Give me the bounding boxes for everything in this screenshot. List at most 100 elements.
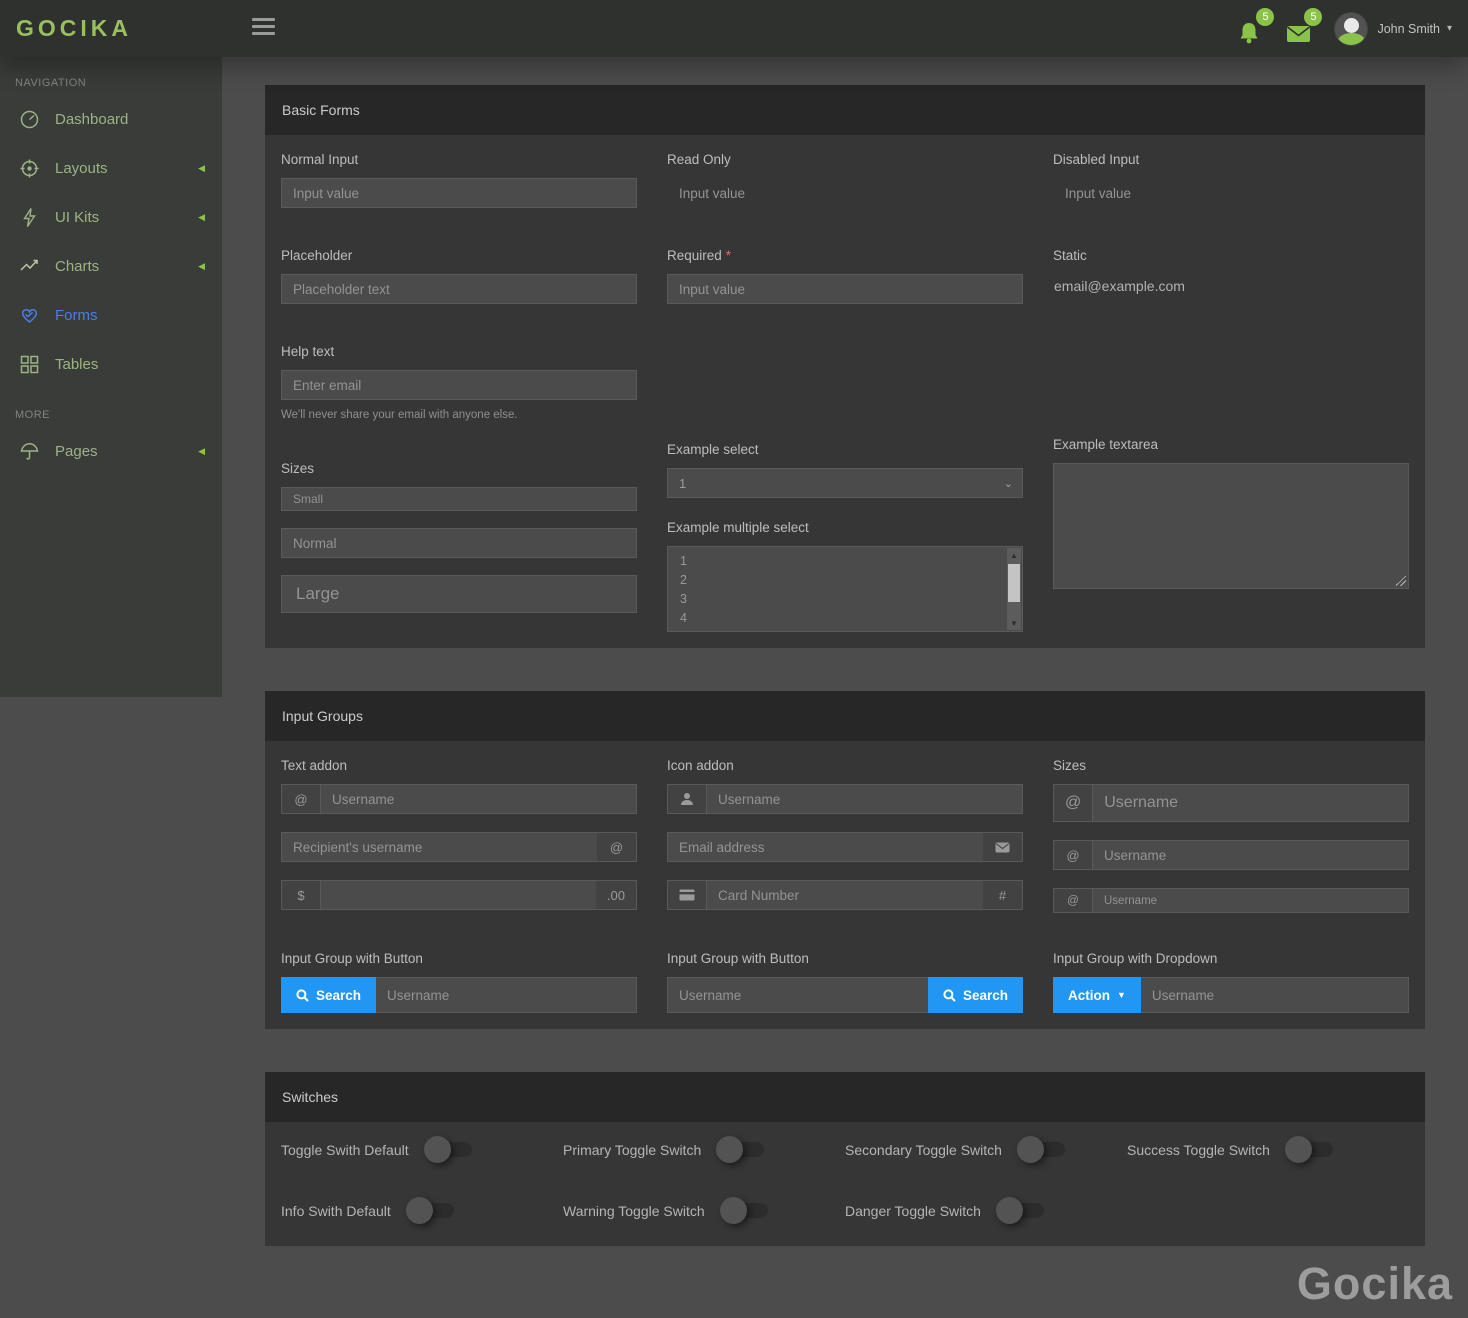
- small-input[interactable]: [281, 487, 637, 511]
- target-icon: [19, 158, 40, 179]
- sidebar-item-charts[interactable]: Charts ◀: [0, 242, 222, 291]
- toggle-info[interactable]: [406, 1197, 456, 1224]
- example-select[interactable]: 1 ⌄: [667, 468, 1023, 498]
- sidebar-item-label: Dashboard: [55, 111, 128, 128]
- search-icon: [296, 989, 309, 1002]
- select-option[interactable]: 3: [668, 590, 1022, 609]
- user-avatar[interactable]: [1334, 12, 1368, 46]
- brand-logo: GOCIKA: [16, 15, 132, 41]
- sidebar-item-label: Forms: [55, 307, 98, 324]
- logo-area: GOCIKA: [0, 15, 222, 42]
- sidebar-item-ui-kits[interactable]: UI Kits ◀: [0, 193, 222, 242]
- sidebar-item-label: Layouts: [55, 160, 108, 177]
- topbar-right: 5 5 John Smith ▾: [1238, 11, 1468, 47]
- sidebar-item-dashboard[interactable]: Dashboard: [0, 95, 222, 144]
- notifications-button[interactable]: 5: [1238, 11, 1268, 47]
- field-label: Help text: [281, 344, 637, 359]
- field-label: Example multiple select: [667, 520, 1023, 535]
- resize-handle-icon[interactable]: [1396, 576, 1406, 586]
- select-option[interactable]: 1: [668, 552, 1022, 571]
- username-input-normal[interactable]: [1093, 840, 1409, 870]
- search-icon: [943, 989, 956, 1002]
- user-menu-caret-icon[interactable]: ▾: [1447, 23, 1452, 34]
- username-input[interactable]: [707, 784, 1023, 814]
- sidebar: NAVIGATION Dashboard Layouts ◀ UI Kits ◀…: [0, 57, 222, 697]
- scrollbar-thumb[interactable]: [1008, 564, 1020, 602]
- toggle-danger[interactable]: [996, 1197, 1046, 1224]
- disabled-input: [1053, 178, 1409, 208]
- scrollbar[interactable]: ▲ ▼: [1007, 548, 1021, 630]
- envelope-addon-icon: [983, 832, 1023, 862]
- action-dropdown-button[interactable]: Action ▼: [1053, 977, 1141, 1013]
- group-label: Icon addon: [667, 758, 1023, 773]
- large-input[interactable]: [281, 575, 637, 613]
- select-option[interactable]: 4: [668, 609, 1022, 628]
- required-asterisk: *: [726, 248, 731, 263]
- normal-input[interactable]: [281, 178, 637, 208]
- dollar-addon: $: [281, 880, 321, 910]
- username-input[interactable]: [376, 977, 637, 1013]
- bell-icon: [1238, 21, 1260, 45]
- username-input[interactable]: [667, 977, 928, 1013]
- switch-label: Danger Toggle Switch: [845, 1203, 981, 1219]
- sidebar-item-label: UI Kits: [55, 209, 99, 226]
- field-label: Example textarea: [1053, 437, 1409, 452]
- select-value: 1: [679, 476, 686, 491]
- search-button[interactable]: Search: [281, 977, 376, 1013]
- search-button[interactable]: Search: [928, 977, 1023, 1013]
- toggle-primary[interactable]: [716, 1136, 766, 1163]
- select-option[interactable]: 2: [668, 571, 1022, 590]
- credit-card-icon: [667, 880, 707, 910]
- username-input-large[interactable]: [1093, 784, 1409, 822]
- switch-label: Warning Toggle Switch: [563, 1203, 705, 1219]
- switch-label: Primary Toggle Switch: [563, 1142, 701, 1158]
- help-note: We'll never share your email with anyone…: [281, 409, 637, 421]
- username-input[interactable]: [1141, 977, 1409, 1013]
- card-number-input[interactable]: [707, 880, 983, 910]
- help-text-input[interactable]: [281, 370, 637, 400]
- toggle-warning[interactable]: [720, 1197, 770, 1224]
- switch-label: Secondary Toggle Switch: [845, 1142, 1002, 1158]
- line-chart-icon: [19, 256, 40, 277]
- amount-input[interactable]: [321, 880, 596, 910]
- normal-size-input[interactable]: [281, 528, 637, 558]
- scroll-up-icon[interactable]: ▲: [1007, 548, 1021, 562]
- static-value: email@example.com: [1053, 274, 1409, 294]
- hamburger-menu-icon[interactable]: [252, 18, 275, 39]
- username-input[interactable]: [321, 784, 637, 814]
- field-label: Required*: [667, 248, 1023, 263]
- scroll-down-icon[interactable]: ▼: [1007, 616, 1021, 630]
- username-input-small[interactable]: [1093, 888, 1409, 913]
- sidebar-item-layouts[interactable]: Layouts ◀: [0, 144, 222, 193]
- email-input[interactable]: [667, 832, 983, 862]
- at-addon: @: [1053, 840, 1093, 870]
- user-name[interactable]: John Smith: [1377, 22, 1440, 36]
- chevron-down-icon: ⌄: [1004, 477, 1013, 490]
- sidebar-item-tables[interactable]: Tables: [0, 340, 222, 389]
- toggle-secondary[interactable]: [1017, 1136, 1067, 1163]
- panel-title: Switches: [282, 1089, 338, 1105]
- messages-button[interactable]: 5: [1286, 11, 1316, 47]
- field-label: Static: [1053, 248, 1409, 263]
- submenu-caret-icon: ◀: [198, 212, 205, 223]
- toggle-success[interactable]: [1285, 1136, 1335, 1163]
- caret-down-icon: ▼: [1117, 990, 1126, 1000]
- topbar: GOCIKA 5 5 John Smith ▾: [0, 0, 1468, 57]
- submenu-caret-icon: ◀: [198, 163, 205, 174]
- switches-panel: Switches Toggle Swith Default Primary To…: [265, 1072, 1425, 1246]
- recipient-username-input[interactable]: [281, 832, 597, 862]
- field-label: Sizes: [281, 461, 637, 476]
- panel-header: Basic Forms: [265, 85, 1425, 135]
- example-multiple-select[interactable]: 1 2 3 4 ▲ ▼: [667, 546, 1023, 632]
- sidebar-section-more: MORE: [0, 389, 222, 427]
- required-input[interactable]: [667, 274, 1023, 304]
- sidebar-item-label: Pages: [55, 443, 98, 460]
- sidebar-item-pages[interactable]: Pages ◀: [0, 427, 222, 476]
- sidebar-item-forms[interactable]: Forms: [0, 291, 222, 340]
- placeholder-input[interactable]: [281, 274, 637, 304]
- input-groups-panel: Input Groups Text addon @ @ $: [265, 691, 1425, 1029]
- lightning-icon: [19, 207, 40, 228]
- panel-header: Input Groups: [265, 691, 1425, 741]
- example-textarea[interactable]: [1053, 463, 1409, 589]
- toggle-default[interactable]: [424, 1136, 474, 1163]
